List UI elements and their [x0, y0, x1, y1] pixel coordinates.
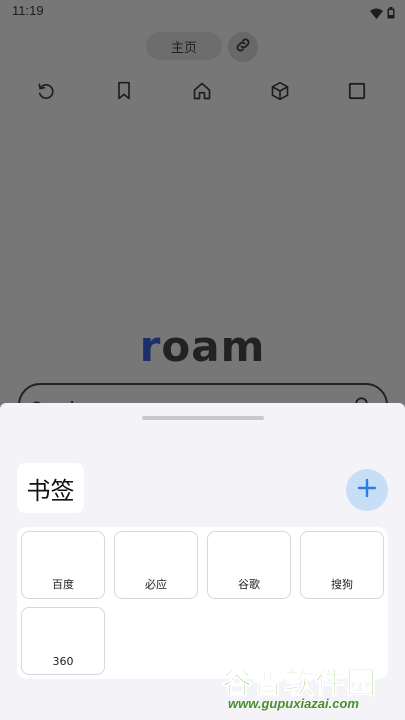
status-icons: [370, 4, 395, 23]
site-watermark: 谷普软件园 www.gupuxiazai.com: [222, 658, 402, 714]
home-button[interactable]: [187, 78, 217, 108]
bookmark-button[interactable]: [109, 78, 139, 108]
tabs-button[interactable]: [342, 78, 372, 108]
link-button[interactable]: [228, 32, 258, 62]
cube-icon: [270, 81, 290, 105]
logo-rest: oam: [161, 322, 266, 371]
watermark-url: www.gupuxiazai.com: [228, 696, 359, 711]
battery-icon: [387, 4, 395, 23]
bookmark-label: 360: [52, 655, 74, 668]
plus-icon: [357, 478, 377, 502]
bookmark-icon: [115, 81, 133, 105]
bookmark-card-google[interactable]: 谷歌: [207, 531, 291, 599]
bookmark-label: 必应: [145, 578, 167, 591]
bookmark-card-sogou[interactable]: 搜狗: [300, 531, 384, 599]
extensions-button[interactable]: [265, 78, 295, 108]
logo-accent: r: [139, 322, 162, 371]
bookmark-label: 百度: [52, 578, 74, 591]
bookmark-card-360[interactable]: 360: [21, 607, 105, 675]
roam-logo: roam: [0, 322, 405, 371]
link-icon: [234, 36, 252, 58]
address-text: 主页: [170, 39, 197, 55]
wifi-icon: [370, 4, 383, 23]
sheet-title: 书签: [26, 476, 75, 505]
sheet-title-box: 书签: [17, 463, 84, 513]
bookmark-card-bing[interactable]: 必应: [114, 531, 198, 599]
bookmark-label: 搜狗: [331, 578, 353, 591]
tabs-icon: [348, 82, 366, 104]
status-bar: 11:19: [0, 0, 405, 22]
refresh-icon: [36, 81, 56, 105]
home-icon: [192, 81, 212, 105]
add-bookmark-button[interactable]: [346, 469, 388, 511]
bookmark-grid: 百度 必应 谷歌 搜狗 360: [17, 527, 388, 679]
browser-toolbar: [0, 78, 405, 108]
sheet-drag-handle[interactable]: [142, 416, 264, 420]
refresh-button[interactable]: [31, 78, 61, 108]
address-pill[interactable]: 主页: [146, 32, 222, 60]
status-time: 11:19: [12, 3, 44, 18]
bookmark-label: 谷歌: [238, 578, 260, 591]
bookmark-card-baidu[interactable]: 百度: [21, 531, 105, 599]
